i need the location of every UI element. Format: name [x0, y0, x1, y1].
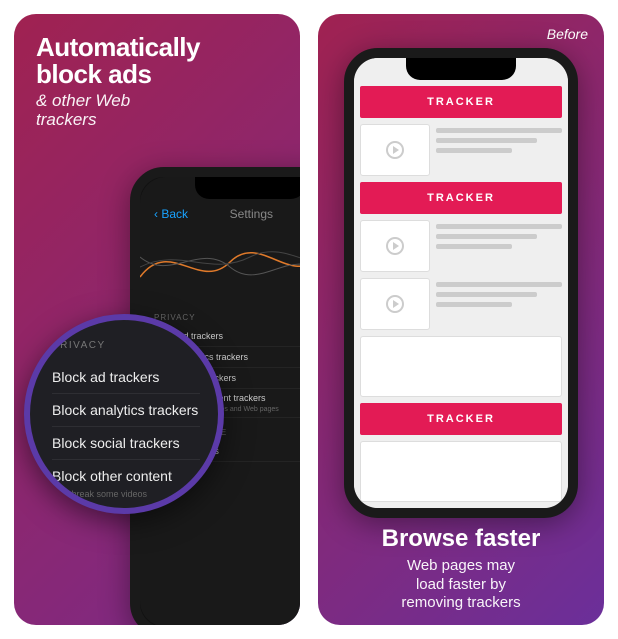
subhead-line1: & other Web	[36, 91, 130, 110]
magnifier-row: Block ad trackers	[52, 361, 200, 394]
text-lines	[436, 124, 562, 176]
headline-line1: Automatically	[36, 32, 200, 62]
text-lines	[436, 220, 562, 272]
before-label: Before	[547, 26, 588, 42]
headline: Automatically block ads	[14, 14, 300, 89]
subhead: Web pages may load faster by removing tr…	[336, 557, 586, 613]
phone-mockup-right: 7:07 ✓ TRACKER TRACKER	[344, 48, 578, 518]
settings-title: Settings	[230, 207, 273, 221]
promo-panel-block-ads: Automatically block ads & other Web trac…	[14, 14, 300, 625]
video-thumb	[360, 220, 430, 272]
play-icon	[386, 141, 404, 159]
headline: Browse faster	[336, 525, 586, 553]
text-lines	[436, 278, 562, 330]
subhead: & other Web trackers	[14, 89, 300, 130]
subhead-line2: trackers	[36, 110, 96, 129]
promo-panel-browse-faster: Before 7:07 ✓ TRACKER TRACKER	[318, 14, 604, 625]
content-card	[360, 441, 562, 502]
video-thumb	[360, 278, 430, 330]
play-icon	[386, 295, 404, 313]
play-icon	[386, 237, 404, 255]
bottom-copy: Browse faster Web pages may load faster …	[318, 525, 604, 613]
wave-graphic	[140, 227, 300, 297]
back-label: Back	[161, 207, 188, 221]
headline-line2: block ads	[36, 59, 151, 89]
magnifier-row: Block analytics trackers	[52, 394, 200, 427]
chevron-left-icon: ‹	[154, 207, 158, 221]
tracker-banner: TRACKER	[360, 86, 562, 118]
magnifier-sub: May break some videos	[52, 489, 147, 499]
content-row	[360, 220, 562, 272]
content-row	[360, 278, 562, 330]
content-card	[360, 336, 562, 397]
phone-notch	[195, 177, 300, 199]
content-row	[360, 124, 562, 176]
magnifier-row: Block social trackers	[52, 427, 200, 460]
video-thumb	[360, 124, 430, 176]
privacy-section-header: PRIVACY	[154, 313, 300, 322]
magnifier-section-header: PRIVACY	[52, 340, 200, 351]
tracker-banner: TRACKER	[360, 403, 562, 435]
magnifier-lens: PRIVACY Block ad trackers Block analytic…	[24, 314, 224, 514]
phone-notch	[406, 58, 516, 80]
phone-screen: TRACKER TRACKER	[354, 58, 568, 508]
back-button[interactable]: ‹ Back	[154, 207, 188, 221]
tracker-banner: TRACKER	[360, 182, 562, 214]
